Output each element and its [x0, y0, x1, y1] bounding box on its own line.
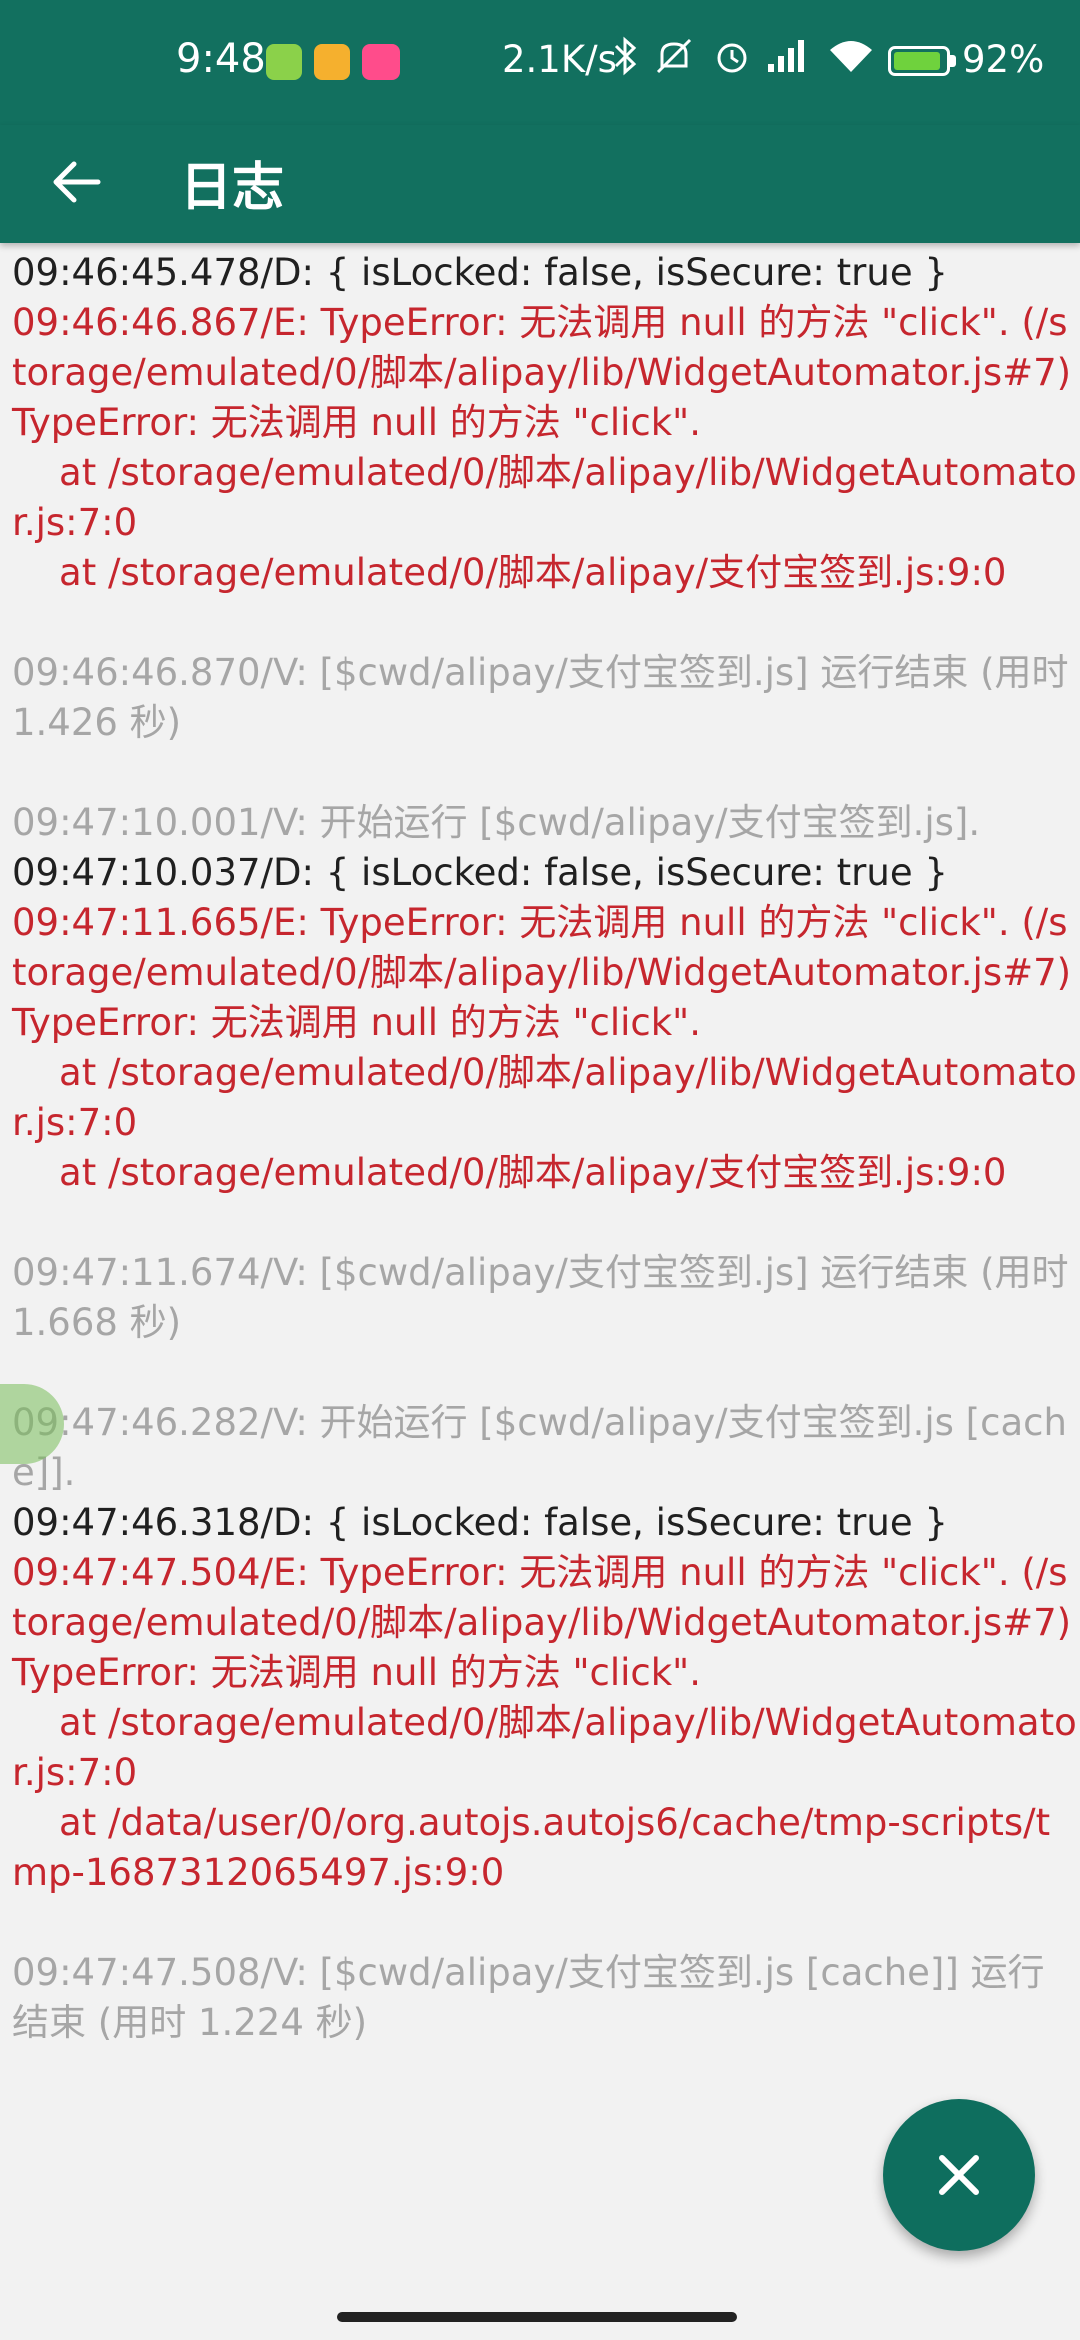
wechat-icon: [266, 44, 302, 80]
battery-icon: [888, 46, 950, 76]
log-line-debug: 09:47:46.318/D: { isLocked: false, isSec…: [12, 1501, 948, 1544]
wifi-icon: [826, 36, 876, 85]
status-bar: 9:48 2.1K/s 92%: [0, 0, 1080, 125]
memo-icon: [314, 44, 350, 80]
log-line-verbose: 09:47:47.508/V: [$cwd/alipay/支付宝签到.js [c…: [12, 1951, 1045, 2044]
battery-level: [894, 52, 940, 70]
arrow-left-icon: [53, 161, 101, 203]
log-line-error: 09:46:46.867/E: TypeError: 无法调用 null 的方法…: [12, 301, 1077, 594]
log-line-verbose: 09:47:10.001/V: 开始运行 [$cwd/alipay/支付宝签到.…: [12, 801, 981, 844]
alarm-icon: [712, 36, 752, 85]
battery-tip: [950, 55, 956, 67]
back-button[interactable]: [34, 139, 120, 225]
log-line-verbose: 09:46:46.870/V: [$cwd/alipay/支付宝签到.js] 运…: [12, 651, 1080, 744]
network-speed: 2.1K/s: [502, 38, 617, 81]
bluetooth-icon: [612, 36, 638, 85]
battery-percent: 92%: [962, 38, 1045, 81]
home-indicator[interactable]: [337, 2312, 737, 2322]
signal-icon: [762, 36, 814, 85]
log-line-error: 09:47:47.504/E: TypeError: 无法调用 null 的方法…: [12, 1551, 1077, 1894]
bilibili-icon: [362, 44, 400, 80]
log-line-verbose: 09:47:46.282/V: 开始运行 [$cwd/alipay/支付宝签到.…: [12, 1401, 1067, 1494]
log-line-debug: 09:47:10.037/D: { isLocked: false, isSec…: [12, 851, 948, 894]
log-line-error: 09:47:11.665/E: TypeError: 无法调用 null 的方法…: [12, 901, 1077, 1194]
close-icon: [939, 2155, 979, 2195]
clear-log-button[interactable]: [883, 2099, 1035, 2251]
status-time: 9:48: [176, 36, 266, 82]
mute-icon: [652, 36, 696, 85]
page-title: 日志: [180, 158, 285, 218]
app-bar: 日志: [0, 125, 1080, 243]
log-line-verbose: 09:47:11.674/V: [$cwd/alipay/支付宝签到.js] 运…: [12, 1251, 1080, 1344]
log-console[interactable]: 09:46:45.478/D: { isLocked: false, isSec…: [0, 243, 1080, 2263]
log-line-debug: 09:46:45.478/D: { isLocked: false, isSec…: [12, 251, 948, 294]
